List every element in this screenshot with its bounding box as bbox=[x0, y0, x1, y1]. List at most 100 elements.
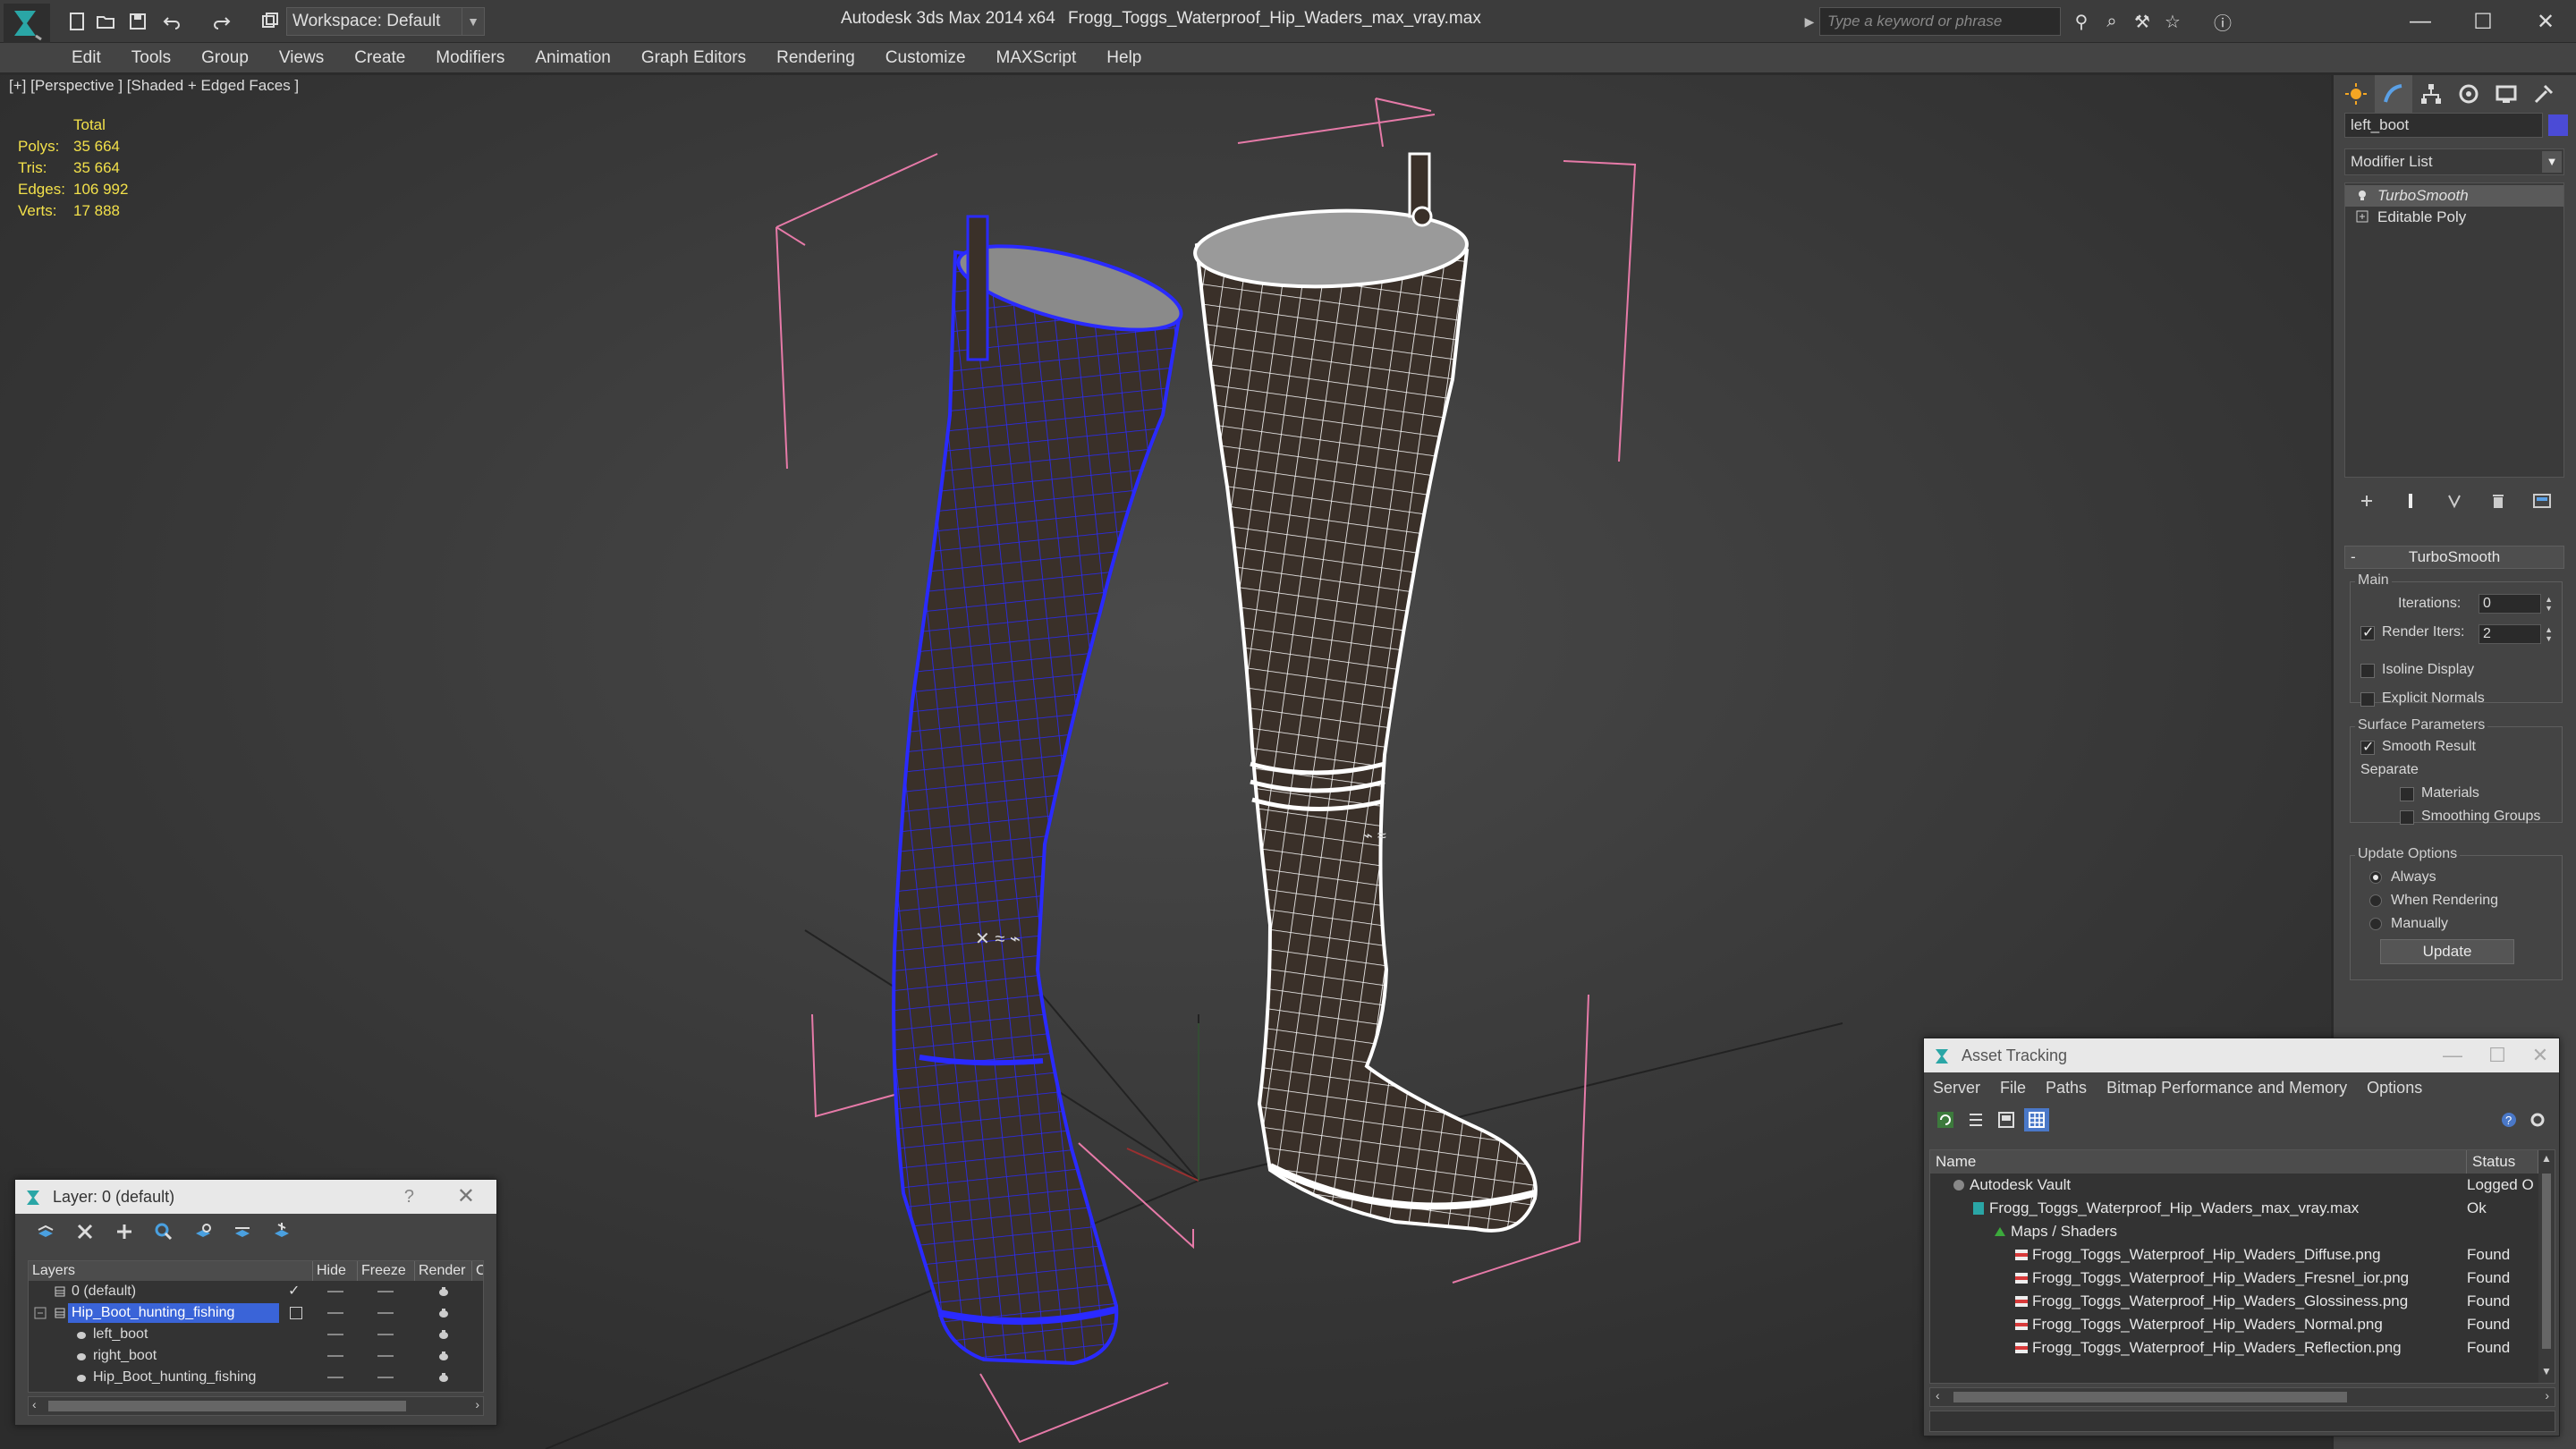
asset-row[interactable]: Autodesk Vault Logged O bbox=[1930, 1174, 2538, 1197]
freeze-toggle[interactable] bbox=[377, 1334, 394, 1335]
open-file-icon[interactable] bbox=[93, 9, 118, 34]
isoline-display-checkbox[interactable] bbox=[2360, 664, 2375, 678]
freeze-toggle[interactable] bbox=[377, 1312, 394, 1314]
layer-row[interactable]: Hip_Boot_hunting_fishing bbox=[29, 1302, 483, 1324]
menu-modifiers[interactable]: Modifiers bbox=[436, 48, 504, 68]
viewport-label[interactable]: [+] [Perspective ] [Shaded + Edged Faces… bbox=[9, 77, 299, 95]
refresh-icon[interactable] bbox=[1933, 1108, 1958, 1131]
smoothing-groups-checkbox[interactable] bbox=[2400, 810, 2414, 825]
add-to-layer-icon[interactable] bbox=[112, 1219, 137, 1244]
hide-toggle[interactable] bbox=[327, 1355, 343, 1357]
menu-help[interactable]: Help bbox=[1106, 48, 1141, 68]
freeze-toggle[interactable] bbox=[377, 1377, 394, 1378]
search-input[interactable]: Type a keyword or phrase bbox=[1819, 7, 2061, 36]
close-button[interactable]: ✕ bbox=[2515, 4, 2576, 39]
maximize-icon[interactable]: ☐ bbox=[2475, 1038, 2520, 1072]
menu-rendering[interactable]: Rendering bbox=[776, 48, 855, 68]
when-rendering-radio[interactable] bbox=[2369, 894, 2382, 907]
active-layer-box[interactable] bbox=[290, 1307, 302, 1319]
render-teapot-icon[interactable] bbox=[436, 1285, 451, 1298]
select-objects-icon[interactable] bbox=[151, 1219, 176, 1244]
asset-row[interactable]: Frogg_Toggs_Waterproof_Hip_Waders_max_vr… bbox=[1930, 1197, 2538, 1220]
asset-menu-options[interactable]: Options bbox=[2367, 1079, 2422, 1097]
subscription-icon[interactable]: ⚒ bbox=[2129, 9, 2156, 34]
column-header-layers[interactable]: Layers bbox=[29, 1261, 313, 1281]
menu-graph-editors[interactable]: Graph Editors bbox=[641, 48, 746, 68]
smooth-result-checkbox[interactable] bbox=[2360, 738, 2375, 756]
menu-tools[interactable]: Tools bbox=[131, 48, 171, 68]
redo-icon[interactable] bbox=[209, 9, 234, 34]
column-header-status[interactable]: Status bbox=[2467, 1150, 2538, 1174]
render-iters-checkbox[interactable] bbox=[2360, 623, 2375, 641]
scroll-down-icon[interactable]: ▼ bbox=[2541, 1365, 2552, 1377]
menu-animation[interactable]: Animation bbox=[535, 48, 611, 68]
lightbulb-icon[interactable] bbox=[2356, 189, 2368, 201]
hide-toggle[interactable] bbox=[327, 1312, 343, 1314]
create-tab-sun-icon[interactable] bbox=[2337, 75, 2375, 113]
project-folder-icon[interactable] bbox=[258, 9, 283, 34]
save-file-icon[interactable] bbox=[125, 9, 150, 34]
make-unique-icon[interactable] bbox=[2440, 487, 2469, 514]
freeze-toggle[interactable] bbox=[377, 1355, 394, 1357]
explicit-normals-checkbox[interactable] bbox=[2360, 692, 2375, 707]
update-button[interactable]: Update bbox=[2380, 939, 2514, 964]
undo-icon[interactable] bbox=[159, 9, 184, 34]
pin-stack-icon[interactable] bbox=[2352, 487, 2381, 514]
scrollbar-thumb[interactable] bbox=[2542, 1174, 2551, 1349]
show-end-result-icon[interactable] bbox=[2396, 487, 2425, 514]
settings-icon[interactable] bbox=[2525, 1108, 2550, 1131]
delete-layer-icon[interactable] bbox=[72, 1219, 97, 1244]
asset-row[interactable]: Frogg_Toggs_Waterproof_Hip_Waders_Normal… bbox=[1930, 1313, 2538, 1336]
asset-menu-paths[interactable]: Paths bbox=[2046, 1079, 2087, 1097]
layer-row[interactable]: left_boot bbox=[29, 1324, 483, 1345]
remove-modifier-icon[interactable] bbox=[2484, 487, 2512, 514]
display-tab-icon[interactable] bbox=[2487, 75, 2525, 113]
column-header-hide[interactable]: Hide bbox=[313, 1261, 358, 1281]
materials-checkbox[interactable] bbox=[2400, 787, 2414, 801]
asset-row[interactable]: Frogg_Toggs_Waterproof_Hip_Waders_Diffus… bbox=[1930, 1243, 2538, 1267]
configure-modifier-sets-icon[interactable] bbox=[2528, 487, 2556, 514]
collapse-minus-icon[interactable] bbox=[34, 1307, 47, 1319]
render-teapot-icon[interactable] bbox=[436, 1371, 451, 1384]
layer-row[interactable]: 0 (default) ✓ bbox=[29, 1281, 483, 1302]
object-name-field[interactable]: left_boot bbox=[2344, 113, 2543, 138]
freeze-toggle[interactable] bbox=[377, 1291, 394, 1292]
modifier-list-dropdown[interactable]: Modifier List ▼ bbox=[2344, 148, 2564, 175]
spinner-arrows-icon[interactable]: ▲ ▼ bbox=[2545, 595, 2553, 613]
menu-customize[interactable]: Customize bbox=[886, 48, 966, 68]
hide-toggle[interactable] bbox=[327, 1334, 343, 1335]
manually-radio[interactable] bbox=[2369, 918, 2382, 930]
list-view-icon[interactable] bbox=[1963, 1108, 1988, 1131]
column-header-color[interactable]: C bbox=[472, 1261, 483, 1281]
render-teapot-icon[interactable] bbox=[436, 1350, 451, 1362]
asset-menu-server[interactable]: Server bbox=[1933, 1079, 1980, 1097]
menu-edit[interactable]: Edit bbox=[72, 48, 101, 68]
column-header-render[interactable]: Render bbox=[415, 1261, 472, 1281]
layer-row[interactable]: right_boot bbox=[29, 1345, 483, 1367]
render-teapot-icon[interactable] bbox=[436, 1307, 451, 1319]
help-icon[interactable]: ? bbox=[2496, 1108, 2521, 1131]
minimize-button[interactable]: — bbox=[2390, 4, 2451, 39]
scroll-right-icon[interactable]: › bbox=[475, 1397, 479, 1411]
scroll-right-icon[interactable]: › bbox=[2545, 1388, 2549, 1402]
workspace-dropdown-button[interactable]: ▼ bbox=[462, 7, 485, 36]
menu-create[interactable]: Create bbox=[354, 48, 405, 68]
scrollbar-thumb[interactable] bbox=[1953, 1392, 2347, 1402]
asset-row[interactable]: Frogg_Toggs_Waterproof_Hip_Waders_Fresne… bbox=[1930, 1267, 2538, 1290]
thumbnail-view-icon[interactable] bbox=[1994, 1108, 2019, 1131]
column-header-name[interactable]: Name bbox=[1930, 1150, 2467, 1174]
vertical-scrollbar[interactable]: ▲ ▼ bbox=[2538, 1150, 2555, 1383]
hide-toggle[interactable] bbox=[327, 1377, 343, 1378]
hide-all-layers-icon[interactable] bbox=[230, 1219, 255, 1244]
workspace-select[interactable]: Workspace: Default ▼ bbox=[286, 7, 483, 36]
spinner-arrows-icon[interactable]: ▲ ▼ bbox=[2545, 625, 2553, 643]
stack-item-turbosmooth[interactable]: TurboSmooth bbox=[2345, 185, 2563, 207]
expand-plus-icon[interactable] bbox=[2356, 210, 2368, 223]
column-header-freeze[interactable]: Freeze bbox=[358, 1261, 415, 1281]
asset-row[interactable]: Maps / Shaders bbox=[1930, 1220, 2538, 1243]
layer-row[interactable]: Hip_Boot_hunting_fishing bbox=[29, 1367, 483, 1388]
menu-maxscript[interactable]: MAXScript bbox=[996, 48, 1077, 68]
horizontal-scrollbar[interactable]: ‹ › bbox=[1929, 1387, 2555, 1407]
highlight-layer-icon[interactable] bbox=[191, 1219, 216, 1244]
asset-window-titlebar[interactable]: Asset Tracking — ☐ ✕ bbox=[1924, 1038, 2559, 1072]
